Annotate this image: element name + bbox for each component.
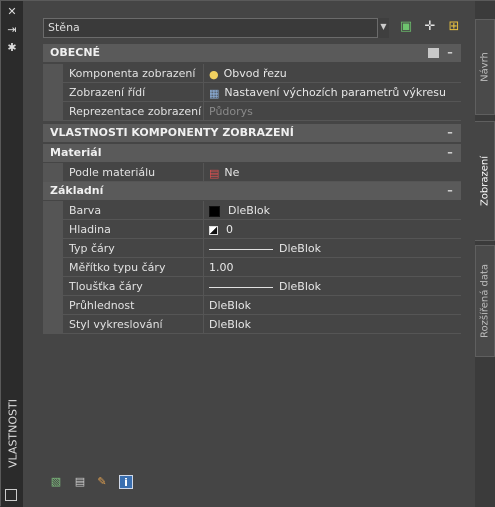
chevron-down-icon[interactable]: ▼ bbox=[377, 18, 389, 38]
property-value[interactable]: DleBlok bbox=[209, 239, 459, 258]
properties-palette: ✕ ⇥ ✱ VLASTNOSTI Stěna ▼ ▣ ✛ ⊞ OBECNÉ – … bbox=[0, 0, 495, 507]
tab-zobrazeni[interactable]: Zobrazení bbox=[475, 121, 495, 241]
property-name: Podle materiálu bbox=[69, 166, 156, 179]
object-selector-row: Stěna ▼ bbox=[43, 18, 413, 40]
section-display-component[interactable]: VLASTNOSTI KOMPONENTY ZOBRAZENÍ – bbox=[43, 124, 461, 142]
palette-menu-icon[interactable] bbox=[5, 489, 17, 501]
property-name: Reprezentace zobrazení bbox=[69, 105, 202, 118]
property-value[interactable]: ▦ Nastavení výchozích parametrů výkresu bbox=[209, 83, 459, 103]
property-name: Hladina bbox=[69, 223, 111, 236]
collapse-icon[interactable]: – bbox=[445, 182, 455, 200]
property-name: Komponenta zobrazení bbox=[69, 67, 196, 80]
property-value[interactable]: 0 bbox=[209, 220, 459, 239]
toggle-pickadd-icon[interactable]: ⊞ bbox=[445, 17, 463, 37]
lineweight-icon bbox=[209, 286, 273, 288]
property-name: Typ čáry bbox=[69, 242, 115, 255]
info-icon[interactable]: i bbox=[119, 475, 133, 489]
property-row[interactable]: Komponenta zobrazení ● Obvod řezu bbox=[43, 64, 461, 83]
select-objects-icon[interactable]: ▧ bbox=[49, 475, 63, 489]
gear-icon[interactable]: ✱ bbox=[5, 41, 19, 55]
edit-style-icon[interactable]: ▤ bbox=[73, 475, 87, 489]
section-general[interactable]: OBECNÉ – bbox=[43, 44, 461, 62]
property-row[interactable]: Měřítko typu čáry 1.00 bbox=[43, 258, 461, 277]
property-row[interactable]: Zobrazení řídí ▦ Nastavení výchozích para… bbox=[43, 83, 461, 102]
property-row[interactable]: Hladina 0 bbox=[43, 220, 461, 239]
collapse-icon[interactable]: – bbox=[445, 124, 455, 142]
property-name: Tloušťka čáry bbox=[69, 280, 143, 293]
property-value: Půdorys bbox=[209, 105, 253, 118]
tab-navrh[interactable]: Návrh bbox=[475, 19, 495, 115]
layer-icon bbox=[209, 225, 218, 235]
property-row[interactable]: Typ čáry DleBlok bbox=[43, 239, 461, 258]
property-value[interactable]: DleBlok bbox=[209, 201, 459, 220]
autohide-icon[interactable]: ⇥ bbox=[5, 23, 19, 37]
property-value[interactable]: 1.00 bbox=[209, 258, 459, 277]
property-row[interactable]: Podle materiálu ▤ Ne bbox=[43, 163, 461, 182]
section-basic[interactable]: Základní – bbox=[43, 182, 461, 200]
property-name: Barva bbox=[69, 204, 102, 217]
close-icon[interactable]: ✕ bbox=[5, 5, 19, 19]
match-properties-icon[interactable]: ✎ bbox=[95, 475, 109, 489]
drawing-settings-icon: ▦ bbox=[209, 86, 220, 100]
property-value[interactable]: DleBlok bbox=[209, 315, 459, 334]
property-value[interactable]: ● Obvod řezu bbox=[209, 64, 459, 84]
property-name: Měřítko typu čáry bbox=[69, 261, 166, 274]
property-name: Průhlednost bbox=[69, 299, 135, 312]
property-value[interactable]: ▤ Ne bbox=[209, 163, 459, 183]
object-type-select[interactable]: Stěna bbox=[43, 18, 389, 38]
palette-tabs: Návrh Zobrazení Rozšířená data bbox=[475, 1, 495, 507]
lightbulb-icon: ● bbox=[209, 67, 219, 81]
collapse-icon[interactable]: – bbox=[445, 144, 455, 162]
property-value[interactable]: DleBlok bbox=[209, 277, 459, 296]
quick-select-icon[interactable]: ▣ bbox=[397, 17, 415, 37]
section-material[interactable]: Materiál – bbox=[43, 144, 461, 162]
color-swatch-icon bbox=[209, 205, 220, 217]
property-name: Styl vykreslování bbox=[69, 318, 163, 331]
properties-panel: Stěna ▼ ▣ ✛ ⊞ OBECNÉ – Komponenta zobraz… bbox=[23, 1, 475, 507]
tab-rozsirena-data[interactable]: Rozšířená data bbox=[475, 245, 495, 357]
property-name: Zobrazení řídí bbox=[69, 86, 146, 99]
property-row[interactable]: Styl vykreslování DleBlok bbox=[43, 315, 461, 334]
pick-object-icon[interactable]: ✛ bbox=[421, 17, 439, 37]
collapse-icon[interactable]: – bbox=[445, 44, 455, 62]
linetype-icon bbox=[209, 248, 273, 250]
property-row[interactable]: Reprezentace zobrazení Půdorys bbox=[43, 102, 461, 121]
material-icon: ▤ bbox=[209, 166, 220, 180]
section-toggle-icon[interactable] bbox=[428, 48, 439, 58]
palette-title: VLASTNOSTI bbox=[6, 399, 20, 468]
property-row[interactable]: Tloušťka čáry DleBlok bbox=[43, 277, 461, 296]
property-value[interactable]: DleBlok bbox=[209, 296, 459, 315]
property-row[interactable]: Průhlednost DleBlok bbox=[43, 296, 461, 315]
palette-titlebar[interactable]: ✕ ⇥ ✱ VLASTNOSTI bbox=[1, 1, 24, 507]
property-row[interactable]: Barva DleBlok bbox=[43, 201, 461, 220]
